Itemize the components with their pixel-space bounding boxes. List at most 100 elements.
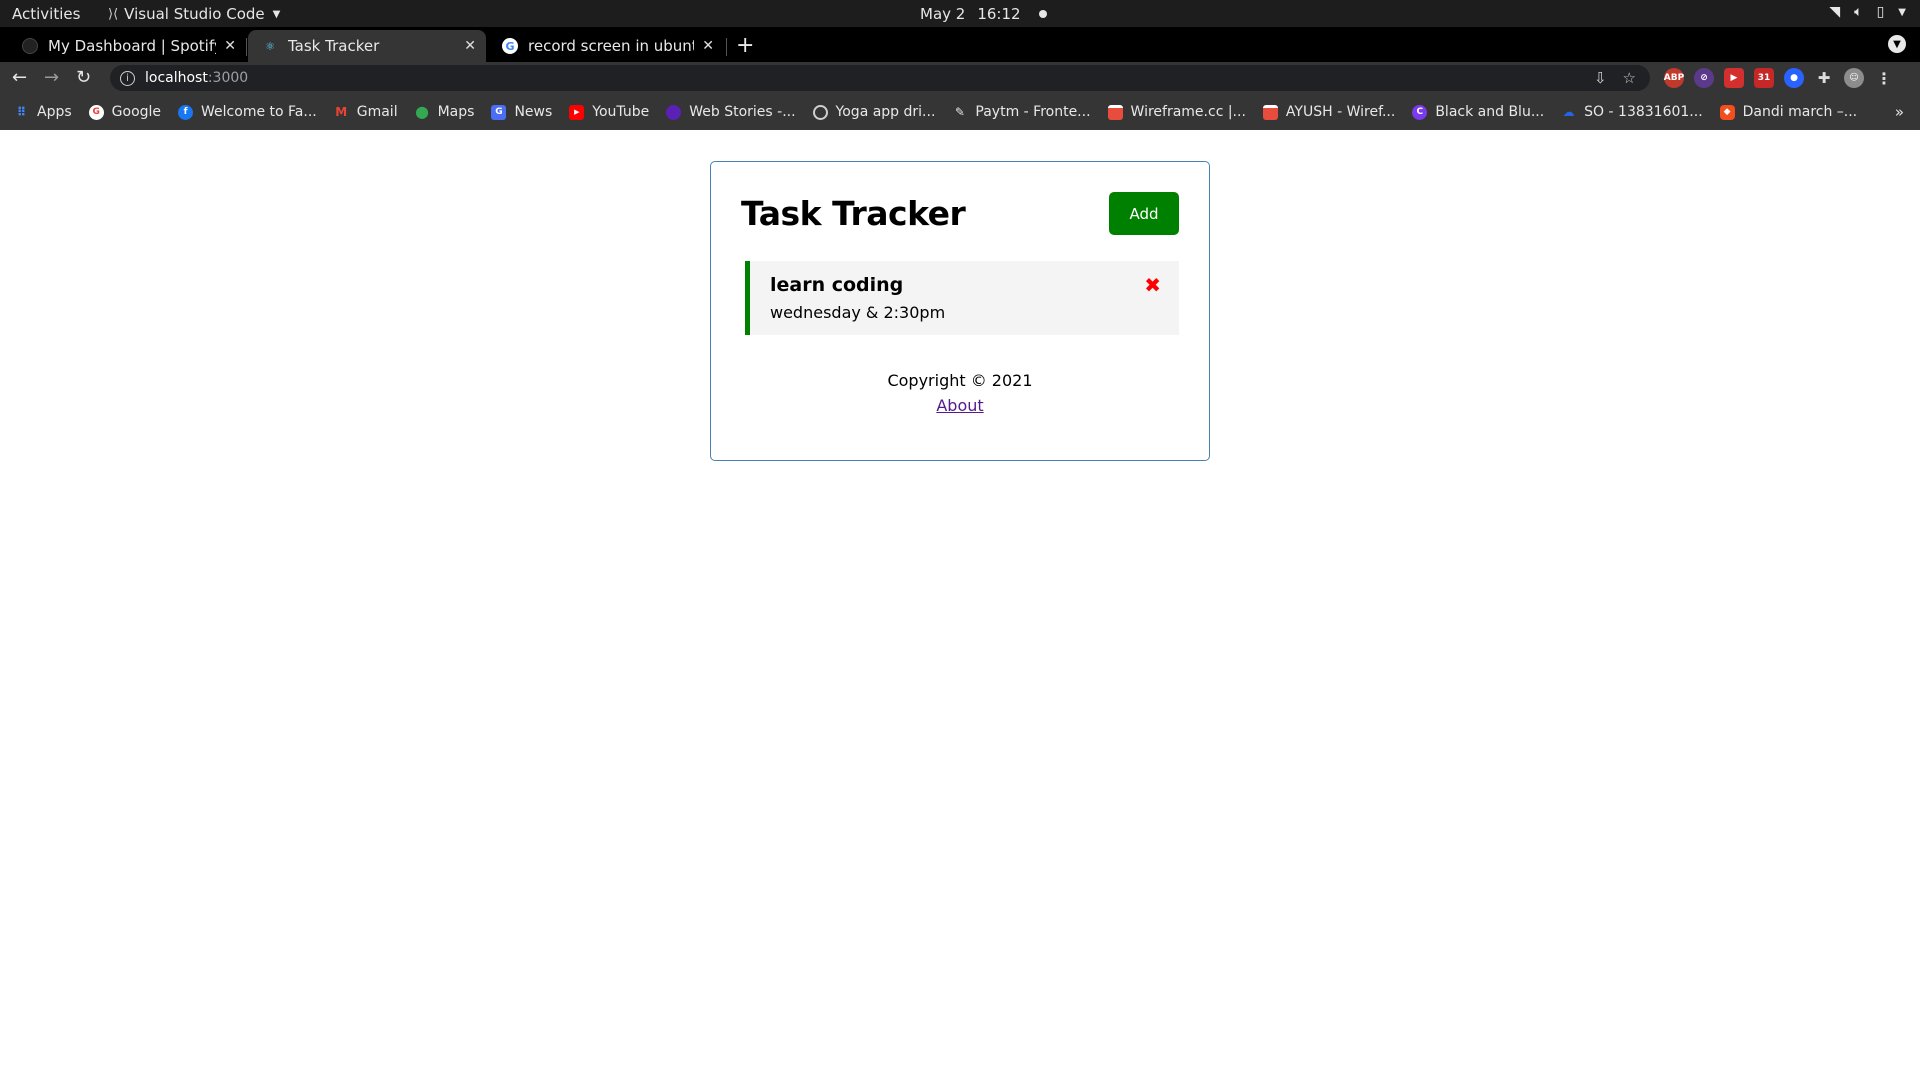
- about-link[interactable]: About: [936, 396, 983, 415]
- add-task-button[interactable]: Add: [1109, 192, 1179, 235]
- battery-icon: ▯: [1876, 4, 1885, 20]
- system-top-bar: Activities ⟩⟨ Visual Studio Code ▼ May 2…: [0, 0, 1920, 27]
- extension-calendar-icon[interactable]: 31: [1754, 68, 1774, 88]
- install-app-icon[interactable]: ⇩: [1594, 69, 1607, 87]
- close-tab-icon[interactable]: ✕: [464, 38, 476, 54]
- tab-title: My Dashboard | Spotify fo: [48, 37, 216, 55]
- spotify-favicon-icon: [22, 38, 38, 54]
- bookmark-paytm[interactable]: ✎ Paytm - Fronte...: [952, 104, 1091, 120]
- new-tab-plus-icon[interactable]: +: [736, 33, 754, 58]
- facebook-icon: f: [178, 104, 194, 120]
- kebab-menu-icon[interactable]: ⋮: [1874, 68, 1894, 88]
- page-title: Task Tracker: [741, 194, 966, 233]
- bookmark-so[interactable]: ☁ SO - 13831601...: [1561, 104, 1703, 120]
- app-menu[interactable]: ⟩⟨ Visual Studio Code ▼: [108, 5, 280, 23]
- bookmark-label: Google: [111, 104, 162, 120]
- browser-tab-google-search[interactable]: G record screen in ubuntu 2 ✕: [488, 30, 724, 62]
- profile-avatar[interactable]: ☺: [1844, 68, 1864, 88]
- task-item[interactable]: learn coding ✖ wednesday & 2:30pm: [745, 261, 1179, 335]
- bookmark-gmail[interactable]: M Gmail: [334, 104, 398, 120]
- drive-icon: [812, 104, 828, 120]
- omnibox-actions: ⇩ ☆: [1594, 69, 1650, 87]
- close-tab-icon[interactable]: ✕: [224, 38, 236, 54]
- react-favicon-icon: ⚛: [265, 39, 275, 53]
- canva-icon: C: [1412, 104, 1428, 120]
- bookmark-ayush[interactable]: AYUSH - Wiref...: [1262, 104, 1396, 120]
- bookmark-label: Welcome to Fa...: [201, 104, 317, 120]
- bookmark-facebook[interactable]: f Welcome to Fa...: [178, 104, 317, 120]
- url-port: :3000: [207, 70, 249, 86]
- apps-grid-icon: ⠿: [16, 105, 27, 119]
- bookmark-label: Web Stories -...: [689, 104, 796, 120]
- bookmark-black-and-blue[interactable]: C Black and Blu...: [1412, 104, 1544, 120]
- bookmark-label: Maps: [437, 104, 475, 120]
- browser-tab-spotify[interactable]: My Dashboard | Spotify fo ✕: [8, 30, 246, 62]
- extension-red-icon[interactable]: ▶: [1724, 68, 1744, 88]
- bookmark-label: Black and Blu...: [1435, 104, 1545, 120]
- back-arrow-icon[interactable]: ←: [12, 67, 27, 88]
- bookmark-label: News: [514, 104, 553, 120]
- volume-icon: 🔈︎: [1854, 4, 1863, 20]
- web-stories-icon: [666, 104, 682, 120]
- bookmarks-overflow-icon[interactable]: »: [1895, 103, 1904, 121]
- reload-icon[interactable]: ↻: [76, 67, 91, 88]
- extension-blue-icon[interactable]: ●: [1784, 68, 1804, 88]
- youtube-icon: ▶: [569, 104, 585, 120]
- task-tracker-container: Task Tracker Add learn coding ✖ wednesda…: [710, 161, 1210, 461]
- bookmark-dandi-march[interactable]: ◆ Dandi march –...: [1719, 104, 1857, 120]
- extensions-area: ABP ⊘ ▶ 31 ● ✚ ☺ ⋮: [1664, 68, 1894, 88]
- cloud-icon: ☁: [1562, 105, 1575, 119]
- clock-time: 16:12: [977, 5, 1021, 23]
- bookmark-apps[interactable]: ⠿ Apps: [14, 104, 72, 120]
- bookmark-star-icon[interactable]: ☆: [1623, 69, 1636, 87]
- bookmark-label: Wireframe.cc |...: [1130, 104, 1246, 120]
- browser-tab-task-tracker[interactable]: ⚛ Task Tracker ✕: [248, 30, 486, 62]
- tab-separator: [246, 38, 247, 56]
- close-tab-icon[interactable]: ✕: [702, 38, 714, 54]
- bookmark-label: YouTube: [592, 104, 650, 120]
- bookmark-maps[interactable]: ⬤ Maps: [415, 104, 475, 120]
- tab-search-icon[interactable]: ▼: [1888, 35, 1906, 53]
- task-title: learn coding: [770, 274, 904, 296]
- bookmark-web-stories[interactable]: Web Stories -...: [666, 104, 796, 120]
- notification-dot-icon: [1038, 10, 1047, 18]
- tab-title: Task Tracker: [288, 37, 380, 55]
- bookmark-label: Gmail: [356, 104, 398, 120]
- google-icon: G: [88, 104, 104, 120]
- maps-icon: ⬤: [415, 105, 429, 119]
- app-menu-label: Visual Studio Code: [124, 5, 265, 23]
- system-tray[interactable]: ◥ 🔈︎ ▯ ▼: [1829, 4, 1906, 20]
- bookmark-label: Apps: [37, 104, 72, 120]
- bookmark-google[interactable]: G Google: [88, 104, 162, 120]
- extension-circle-icon[interactable]: ⊘: [1694, 68, 1714, 88]
- bookmark-label: Paytm - Fronte...: [975, 104, 1091, 120]
- browser-tab-strip: My Dashboard | Spotify fo ✕ ⚛ Task Track…: [0, 27, 1920, 62]
- figma-icon: ◆: [1719, 104, 1735, 120]
- adblock-plus-icon[interactable]: ABP: [1664, 68, 1684, 88]
- puzzle-extensions-icon[interactable]: ✚: [1814, 68, 1834, 88]
- browser-toolbar: ← → ↻ i localhost:3000 ⇩ ☆ ABP ⊘ ▶ 31 ● …: [0, 62, 1920, 94]
- task-heading: learn coding ✖: [770, 273, 1161, 297]
- bookmark-yoga-app[interactable]: Yoga app dri...: [812, 104, 936, 120]
- activities-button[interactable]: Activities: [12, 5, 80, 23]
- wireframe-icon: [1107, 104, 1123, 120]
- vscode-icon: ⟩⟨: [108, 6, 119, 22]
- bookmark-label: Yoga app dri...: [835, 104, 936, 120]
- bookmark-label: AYUSH - Wiref...: [1285, 104, 1396, 120]
- bookmark-youtube[interactable]: ▶ YouTube: [569, 104, 649, 120]
- address-bar[interactable]: i localhost:3000 ⇩ ☆: [110, 65, 1650, 91]
- forward-arrow-icon[interactable]: →: [44, 67, 59, 88]
- bookmarks-bar: ⠿ Apps G Google f Welcome to Fa... M Gmail ⬤…: [0, 94, 1920, 130]
- clock[interactable]: May 2 16:12: [920, 5, 1047, 23]
- bookmark-wireframe[interactable]: Wireframe.cc |...: [1107, 104, 1246, 120]
- bookmark-news[interactable]: G News: [491, 104, 552, 120]
- delete-task-icon[interactable]: ✖: [1144, 273, 1161, 297]
- pen-icon: ✎: [954, 105, 965, 119]
- wireframe-icon: [1262, 104, 1278, 120]
- site-info-icon[interactable]: i: [120, 70, 135, 86]
- tray-menu-caret-icon: ▼: [1898, 6, 1906, 18]
- url-host: localhost: [145, 70, 208, 86]
- task-day: wednesday & 2:30pm: [770, 303, 946, 322]
- clock-date: May 2: [920, 5, 966, 23]
- copyright-text: Copyright © 2021: [887, 371, 1033, 390]
